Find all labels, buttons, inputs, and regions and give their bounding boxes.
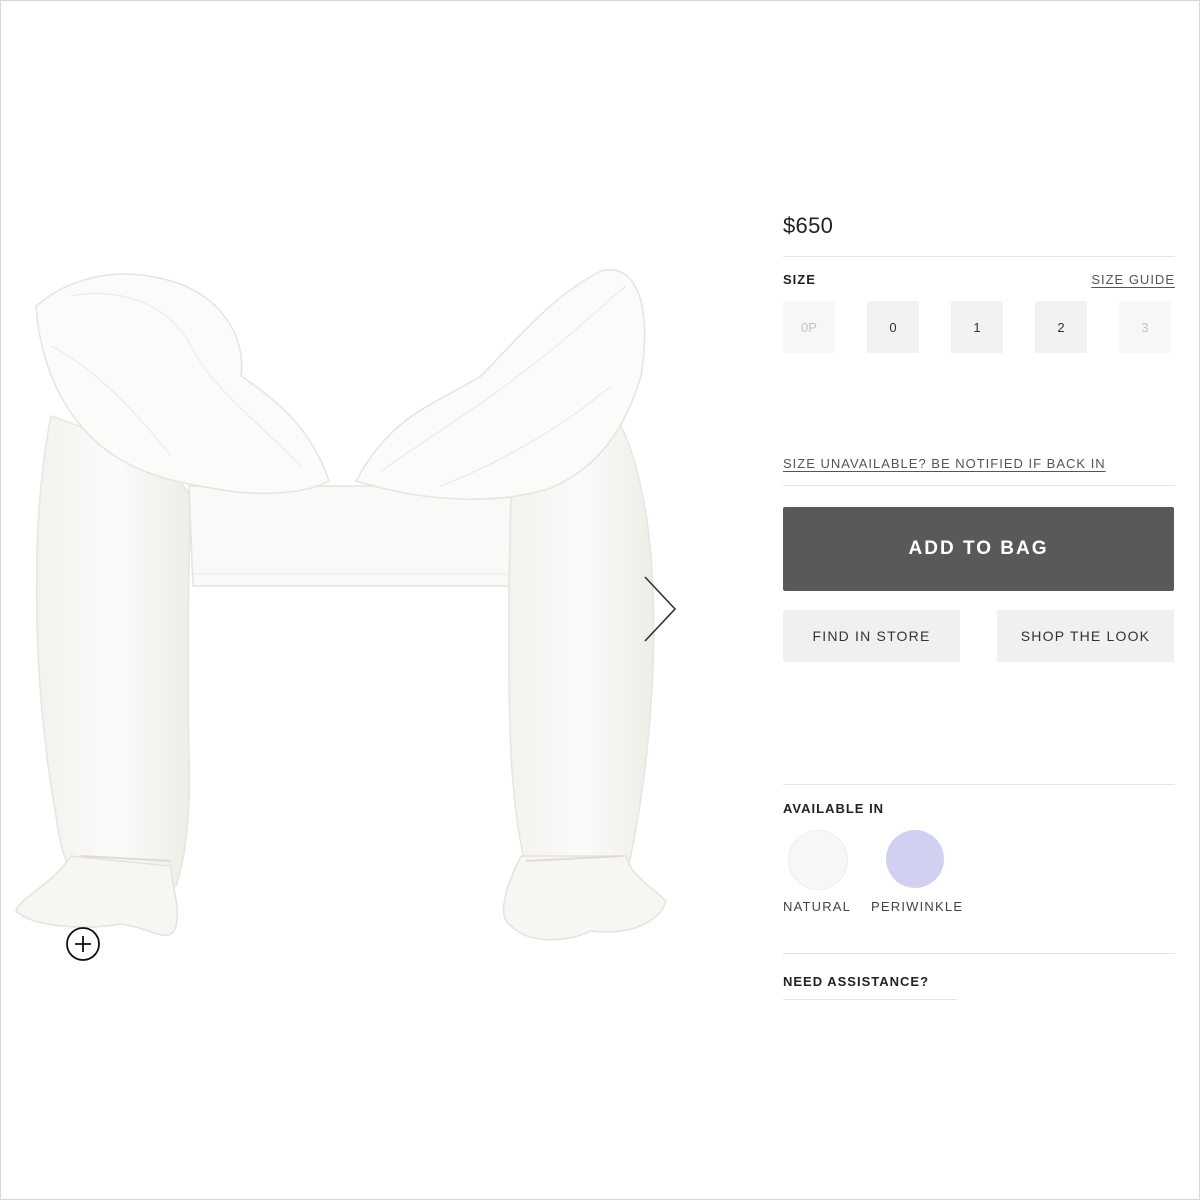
size-option-0p[interactable]: 0P [783,301,835,353]
color-label-periwinkle: PERIWINKLE [871,899,964,914]
shop-the-look-button[interactable]: SHOP THE LOOK [997,610,1174,662]
size-option-1[interactable]: 1 [951,301,1003,353]
plus-circle-icon[interactable] [65,926,101,962]
color-swatch-periwinkle[interactable] [886,830,944,888]
add-to-bag-button[interactable]: ADD TO BAG [783,507,1174,591]
divider [783,999,957,1000]
need-assistance-label[interactable]: NEED ASSISTANCE? [783,974,929,989]
divider [783,256,1175,257]
size-label: SIZE [783,272,816,287]
chevron-right-icon[interactable] [639,574,683,644]
divider [783,784,1175,785]
divider [783,485,1175,486]
product-info-panel: $650 SIZE SIZE GUIDE 0P 0 1 2 3 SIZE UNA… [783,1,1175,1199]
size-guide-link[interactable]: SIZE GUIDE [1091,272,1175,287]
size-selector: 0P 0 1 2 3 [783,301,1175,353]
size-option-0[interactable]: 0 [867,301,919,353]
notify-back-in-stock-link[interactable]: SIZE UNAVAILABLE? BE NOTIFIED IF BACK IN [783,456,1106,471]
product-gallery [1,1,701,1199]
size-option-3[interactable]: 3 [1119,301,1171,353]
available-in-label: AVAILABLE IN [783,801,885,816]
product-image[interactable] [11,256,681,956]
product-price: $650 [783,213,834,238]
color-swatch-natural[interactable] [788,830,848,890]
find-in-store-button[interactable]: FIND IN STORE [783,610,960,662]
product-page: $650 SIZE SIZE GUIDE 0P 0 1 2 3 SIZE UNA… [0,0,1200,1200]
divider [783,953,1175,954]
size-option-2[interactable]: 2 [1035,301,1087,353]
color-label-natural: NATURAL [783,899,852,914]
